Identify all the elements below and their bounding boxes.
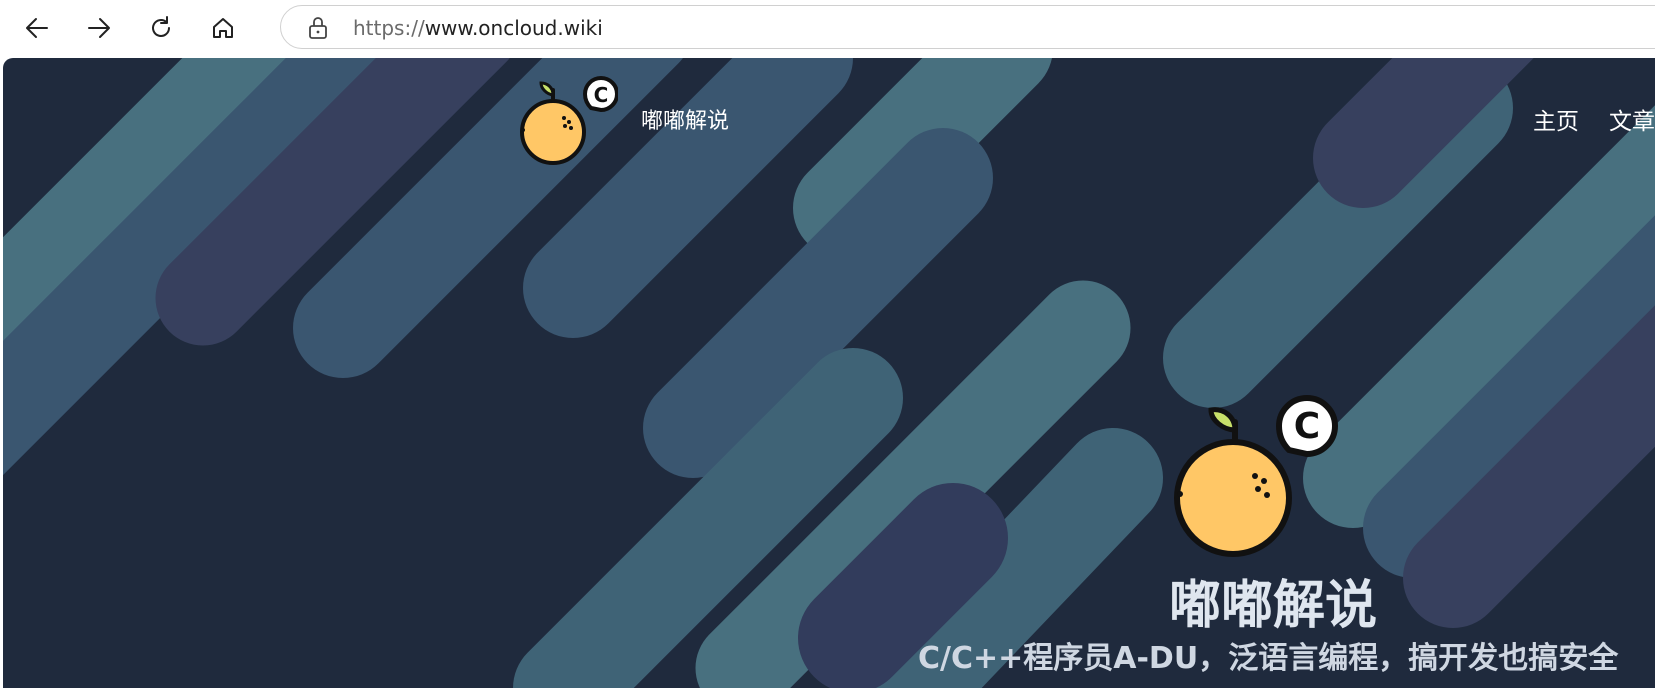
browser-toolbar: https://www.oncloud.wiki [0,0,1655,56]
back-button[interactable] [17,8,57,48]
nav-home-link[interactable]: 主页 [1533,102,1579,136]
reload-button[interactable] [141,8,181,48]
hero-title: 嘟嘟解说 [1168,576,1377,636]
home-icon [213,18,233,38]
site-name-link[interactable]: 嘟嘟解说 [641,103,729,135]
forward-button[interactable] [79,8,119,48]
orange-mascot-icon: C [1174,395,1338,557]
address-bar[interactable]: https://www.oncloud.wiki [280,5,1655,49]
site-logo[interactable]: C [513,70,618,180]
nav-articles-link[interactable]: 文章 [1609,102,1655,136]
svg-text:C: C [594,83,609,107]
forward-arrow-icon [88,18,110,38]
url-host: www.oncloud.wiki [424,16,603,40]
lock-icon[interactable] [307,16,329,40]
svg-text:C: C [1294,406,1320,447]
url-text[interactable]: https://www.oncloud.wiki [353,15,603,41]
hero-subtitle: C/C++程序员A-DU，泛语言编程，搞开发也搞安全 [918,641,1619,676]
url-protocol: https:// [353,16,425,40]
orange-logo-icon: C [520,76,618,165]
home-button[interactable] [203,8,243,48]
hero-logo: C [1174,395,1338,557]
top-nav: 主页 文章 [1533,102,1655,136]
reload-icon [152,16,170,37]
back-arrow-icon [26,18,48,38]
page-viewport: C 嘟嘟解说 主页 文章 C 嘟嘟解说 C/C++程序员A-DU，泛语言编程，搞… [3,58,1655,688]
